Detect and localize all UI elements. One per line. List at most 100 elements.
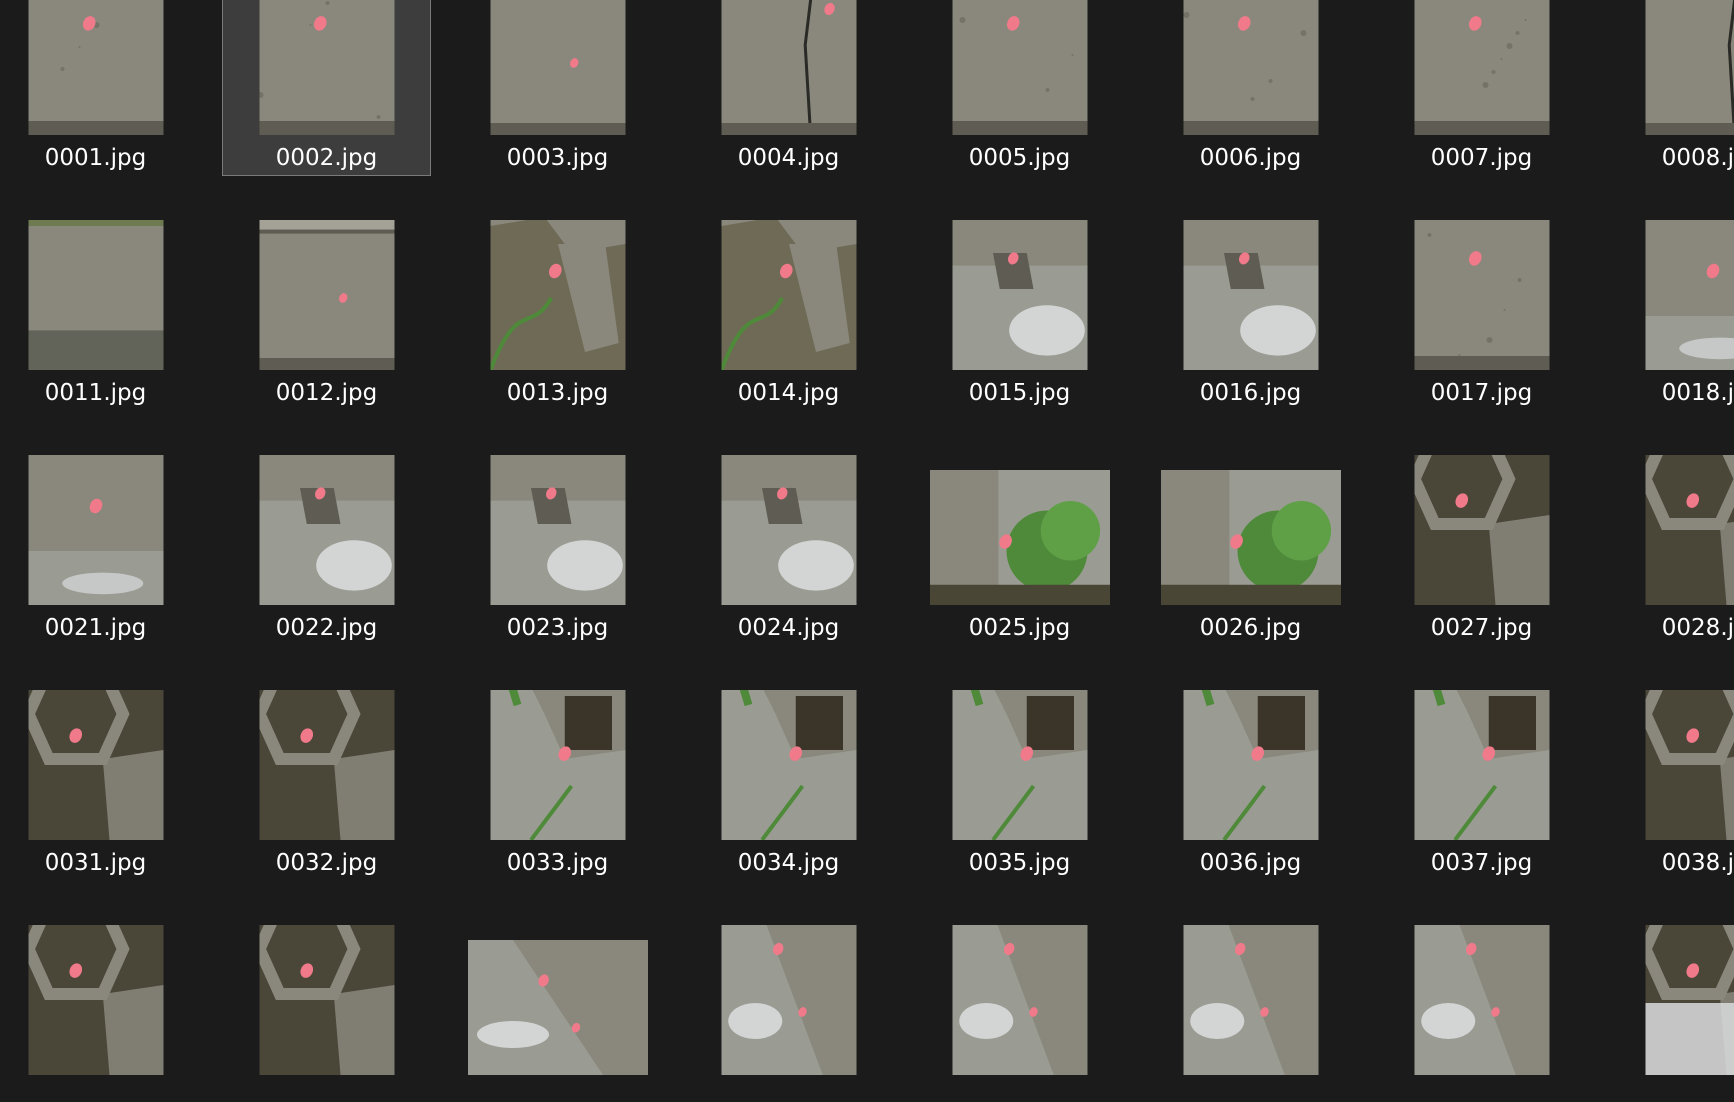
image-thumbnail: [1645, 925, 1734, 1075]
file-item[interactable]: 0035.jpg: [915, 689, 1124, 881]
thumbnail-area: [0, 925, 199, 1075]
file-name: 0015.jpg: [968, 380, 1071, 406]
image-thumbnail: [28, 925, 163, 1075]
thumbnail-area: [1147, 455, 1354, 605]
file-grid: 0001.jpg 0002.jpg 0003.jpg 0004.jpg 0005…: [0, 0, 1734, 1102]
file-item[interactable]: 0023.jpg: [453, 454, 662, 646]
file-name: 0025.jpg: [968, 615, 1071, 641]
image-thumbnail: [721, 220, 856, 370]
file-item[interactable]: 0008.jpg: [1608, 0, 1734, 176]
image-thumbnail: [929, 470, 1110, 605]
image-thumbnail: [490, 690, 625, 840]
file-item[interactable]: 0006.jpg: [1146, 0, 1355, 176]
file-item[interactable]: 0025.jpg: [915, 454, 1124, 646]
image-thumbnail: [490, 0, 625, 135]
file-name: 0032.jpg: [275, 850, 378, 876]
file-name: 0026.jpg: [1199, 615, 1302, 641]
thumbnail-area: [223, 0, 430, 135]
file-name: 0006.jpg: [1199, 145, 1302, 171]
image-thumbnail: [490, 455, 625, 605]
file-item[interactable]: [0, 924, 200, 1102]
thumbnail-area: [1147, 220, 1354, 370]
file-name: 0023.jpg: [506, 615, 609, 641]
file-item[interactable]: 0017.jpg: [1377, 219, 1586, 411]
image-thumbnail: [1645, 0, 1734, 135]
file-item[interactable]: 0036.jpg: [1146, 689, 1355, 881]
thumbnail-area: [1147, 0, 1354, 135]
file-item[interactable]: 0038.jpg: [1608, 689, 1734, 881]
file-item[interactable]: 0012.jpg: [222, 219, 431, 411]
file-item[interactable]: [915, 924, 1124, 1102]
file-name: 0003.jpg: [506, 145, 609, 171]
image-thumbnail: [1414, 925, 1549, 1075]
image-thumbnail: [721, 455, 856, 605]
file-name: 0034.jpg: [737, 850, 840, 876]
file-item[interactable]: 0026.jpg: [1146, 454, 1355, 646]
thumbnail-area: [0, 690, 199, 840]
file-item[interactable]: 0007.jpg: [1377, 0, 1586, 176]
image-thumbnail: [1414, 690, 1549, 840]
file-name: 0008.jpg: [1661, 145, 1734, 171]
file-item[interactable]: [1608, 924, 1734, 1102]
file-name: 0017.jpg: [1430, 380, 1533, 406]
file-name: 0037.jpg: [1430, 850, 1533, 876]
image-thumbnail: [259, 0, 394, 135]
file-name: 0002.jpg: [275, 145, 378, 171]
file-item[interactable]: [684, 924, 893, 1102]
thumbnail-area: [223, 220, 430, 370]
file-item[interactable]: 0034.jpg: [684, 689, 893, 881]
image-thumbnail: [952, 0, 1087, 135]
file-name: 0036.jpg: [1199, 850, 1302, 876]
file-item[interactable]: [453, 924, 662, 1102]
thumbnail-area: [916, 925, 1123, 1075]
file-name: 0022.jpg: [275, 615, 378, 641]
file-item[interactable]: 0005.jpg: [915, 0, 1124, 176]
file-item[interactable]: [222, 924, 431, 1102]
file-item[interactable]: 0032.jpg: [222, 689, 431, 881]
thumbnail-area: [223, 690, 430, 840]
thumbnail-area: [223, 455, 430, 605]
thumbnail-area: [454, 455, 661, 605]
thumbnail-area: [916, 690, 1123, 840]
image-thumbnail: [721, 925, 856, 1075]
file-item[interactable]: 0013.jpg: [453, 219, 662, 411]
file-item[interactable]: 0027.jpg: [1377, 454, 1586, 646]
file-item[interactable]: 0015.jpg: [915, 219, 1124, 411]
file-name: 0038.jpg: [1661, 850, 1734, 876]
thumbnail-area: [1147, 690, 1354, 840]
image-thumbnail: [1160, 470, 1341, 605]
file-item[interactable]: 0033.jpg: [453, 689, 662, 881]
file-name: 0001.jpg: [44, 145, 147, 171]
thumbnail-area: [223, 925, 430, 1075]
file-item[interactable]: 0002.jpg: [222, 0, 431, 176]
file-item[interactable]: 0014.jpg: [684, 219, 893, 411]
file-item[interactable]: 0022.jpg: [222, 454, 431, 646]
file-item[interactable]: [1377, 924, 1586, 1102]
thumbnail-area: [454, 0, 661, 135]
file-item[interactable]: 0003.jpg: [453, 0, 662, 176]
thumbnail-area: [685, 0, 892, 135]
file-item[interactable]: 0001.jpg: [0, 0, 200, 176]
file-item[interactable]: 0004.jpg: [684, 0, 893, 176]
image-thumbnail: [28, 0, 163, 135]
file-item[interactable]: [1146, 924, 1355, 1102]
thumbnail-area: [916, 220, 1123, 370]
file-item[interactable]: 0018.jpg: [1608, 219, 1734, 411]
file-name: 0027.jpg: [1430, 615, 1533, 641]
thumbnail-area: [0, 455, 199, 605]
file-item[interactable]: 0021.jpg: [0, 454, 200, 646]
file-name: 0024.jpg: [737, 615, 840, 641]
file-item[interactable]: 0011.jpg: [0, 219, 200, 411]
file-name: 0011.jpg: [44, 380, 147, 406]
file-item[interactable]: 0037.jpg: [1377, 689, 1586, 881]
file-item[interactable]: 0024.jpg: [684, 454, 893, 646]
file-name: 0021.jpg: [44, 615, 147, 641]
file-name: 0028.jpg: [1661, 615, 1734, 641]
file-name: 0031.jpg: [44, 850, 147, 876]
file-name: 0004.jpg: [737, 145, 840, 171]
file-item[interactable]: 0016.jpg: [1146, 219, 1355, 411]
file-item[interactable]: 0031.jpg: [0, 689, 200, 881]
thumbnail-area: [1609, 455, 1734, 605]
file-item[interactable]: 0028.jpg: [1608, 454, 1734, 646]
file-name: 0016.jpg: [1199, 380, 1302, 406]
